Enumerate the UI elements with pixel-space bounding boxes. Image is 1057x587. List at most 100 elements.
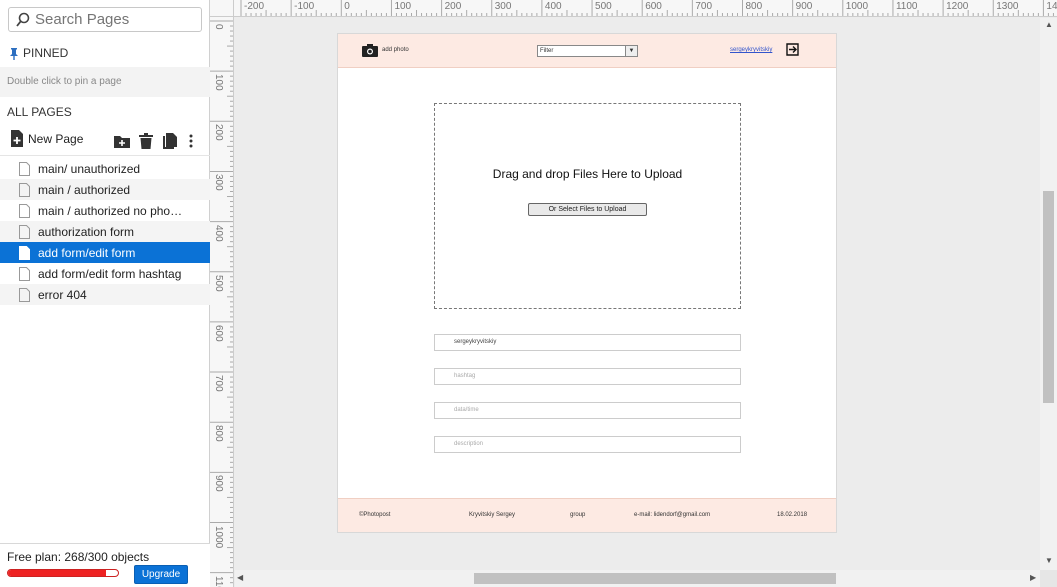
ruler-tick-label: 0: [213, 24, 224, 30]
filter-select[interactable]: Filter ▼: [537, 45, 638, 57]
new-folder-button[interactable]: [114, 132, 130, 150]
wireframe-header[interactable]: add photo Filter ▼ sergeykryvitskiy: [338, 34, 836, 68]
new-page-label: New Page: [28, 131, 84, 146]
ruler-tick-label: 1100: [895, 1, 918, 12]
ruler-tick-label: 100: [394, 1, 412, 12]
footer-author: Kryvitskiy Sergey: [469, 512, 516, 518]
horizontal-scroll-thumb[interactable]: [474, 573, 836, 584]
page-item-label: main / authorized no pho…: [38, 203, 183, 218]
select-files-button[interactable]: Or Select Files to Upload: [528, 203, 647, 216]
wireframe-footer[interactable]: ©Photopost Kryvitskiy Sergey group e-mai…: [338, 498, 836, 532]
ruler-tick-label: 0: [344, 1, 350, 12]
footer-email: e-mail: lidendorf@gmail.com: [634, 512, 711, 518]
ruler-tick-label: -100: [294, 1, 315, 12]
page-item[interactable]: main / authorized no pho…: [0, 200, 210, 221]
ruler-tick-label: 700: [695, 1, 713, 12]
horizontal-scrollbar[interactable]: ◀ ▶: [235, 570, 1040, 587]
dropzone-title: Drag and drop Files Here to Upload: [492, 167, 683, 181]
page-icon: [19, 287, 30, 302]
plan-text: Free plan: 268/300 objects: [7, 550, 150, 564]
ruler-tick-label: 600: [645, 1, 662, 12]
ruler-tick-label: 800: [745, 1, 763, 12]
page-icon: [19, 161, 30, 176]
design-canvas[interactable]: add photo Filter ▼ sergeykryvitskiy Drag…: [235, 18, 1040, 570]
search-input[interactable]: [35, 11, 195, 28]
filter-value: Filter: [540, 48, 554, 54]
dropdown-arrow-icon: ▼: [625, 46, 637, 56]
page-item-label: authorization form: [38, 224, 135, 239]
horizontal-ruler: -200 -100 0 100 200 300 400 500 600 700 800 900 1000…: [234, 0, 1057, 17]
delete-button[interactable]: [138, 132, 154, 150]
vertical-scrollbar[interactable]: ▲ ▼: [1040, 18, 1057, 570]
pin-icon: [10, 47, 18, 60]
page-item-label: main / authorized: [38, 182, 131, 197]
search-box[interactable]: [8, 7, 202, 32]
pinned-label: PINNED: [23, 46, 69, 60]
page-list: main/ unauthorized main / authorized mai…: [0, 158, 210, 305]
datetime-field[interactable]: data/time: [434, 402, 741, 419]
page-item[interactable]: add form/edit form hashtag: [0, 263, 210, 284]
ruler-tick-label: 700: [213, 375, 224, 392]
scroll-corner: [1040, 570, 1057, 587]
page-item-label: error 404: [38, 287, 87, 302]
scroll-down-icon[interactable]: ▼: [1045, 556, 1053, 565]
app-window: PINNED Double click to pin a page ALL PA…: [0, 0, 1057, 587]
logout-icon[interactable]: [786, 43, 799, 56]
add-photo-element[interactable]: add photo: [362, 43, 409, 57]
ruler-tick-label: 900: [213, 475, 224, 493]
hashtag-field[interactable]: hashtag: [434, 368, 741, 385]
more-vertical-icon: [189, 134, 193, 148]
page-icon: [19, 182, 30, 197]
ruler-tick-label: 1300: [996, 1, 1019, 12]
vertical-ruler: 0 100 200 300 400 500 600 700 800 900 1000 1100: [210, 17, 234, 587]
search-icon: [16, 12, 30, 27]
page-item-label: add form/edit form: [38, 245, 136, 260]
ruler-tick-label: 900: [795, 1, 813, 12]
scroll-right-icon[interactable]: ▶: [1030, 573, 1036, 582]
upgrade-button[interactable]: Upgrade: [134, 565, 188, 584]
add-photo-label: add photo: [382, 47, 409, 53]
new-page-button[interactable]: New Page: [10, 130, 83, 147]
pinned-section-header: PINNED: [0, 44, 210, 62]
ruler-tick-label: 600: [213, 324, 224, 342]
page-icon: [19, 224, 30, 239]
duplicate-button[interactable]: [162, 132, 178, 150]
description-field[interactable]: description: [434, 436, 741, 453]
ruler-tick-label: 300: [213, 174, 224, 192]
page-icon: [19, 245, 30, 260]
username-field[interactable]: sergeykryvitskiy: [434, 334, 741, 351]
scroll-up-icon[interactable]: ▲: [1045, 20, 1053, 29]
page-item[interactable]: main / authorized: [0, 179, 210, 200]
new-page-icon: [11, 130, 23, 147]
pages-toolbar: New Page: [0, 130, 210, 152]
footer-date: 18.02.2018: [777, 512, 808, 518]
footer-brand: ©Photopost: [359, 512, 391, 518]
ruler-tick-label: 400: [544, 1, 562, 12]
ruler-tick-label: -200: [244, 1, 265, 12]
ruler-tick-label: 1200: [946, 1, 969, 12]
page-item[interactable]: main/ unauthorized: [0, 158, 210, 179]
pages-sidebar: PINNED Double click to pin a page ALL PA…: [0, 0, 210, 587]
trash-icon: [139, 133, 153, 149]
page-item-selected[interactable]: add form/edit form: [0, 242, 210, 263]
page-item[interactable]: error 404: [0, 284, 210, 305]
ruler-tick-label: 1400: [1046, 1, 1057, 12]
more-options-button[interactable]: [186, 132, 196, 150]
page-icon: [19, 203, 30, 218]
username-link[interactable]: sergeykryvitskiy: [730, 47, 772, 53]
ruler-tick-label: 1100: [213, 575, 224, 587]
ruler-tick-label: 1000: [213, 525, 224, 548]
ruler-tick-label: 200: [444, 1, 462, 12]
all-pages-header: ALL PAGES: [7, 105, 72, 119]
scroll-left-icon[interactable]: ◀: [237, 573, 243, 582]
page-icon: [19, 266, 30, 281]
ruler-tick-label: 300: [494, 1, 512, 12]
upload-dropzone[interactable]: Drag and drop Files Here to Upload Or Se…: [434, 103, 741, 309]
page-item[interactable]: authorization form: [0, 221, 210, 242]
wireframe-page[interactable]: add photo Filter ▼ sergeykryvitskiy Drag…: [337, 33, 837, 533]
ruler-tick-label: 400: [213, 224, 224, 242]
vertical-scroll-thumb[interactable]: [1043, 191, 1054, 403]
pin-hint: Double click to pin a page: [0, 67, 210, 97]
camera-icon: [362, 44, 378, 57]
page-item-label: add form/edit form hashtag: [38, 266, 182, 281]
